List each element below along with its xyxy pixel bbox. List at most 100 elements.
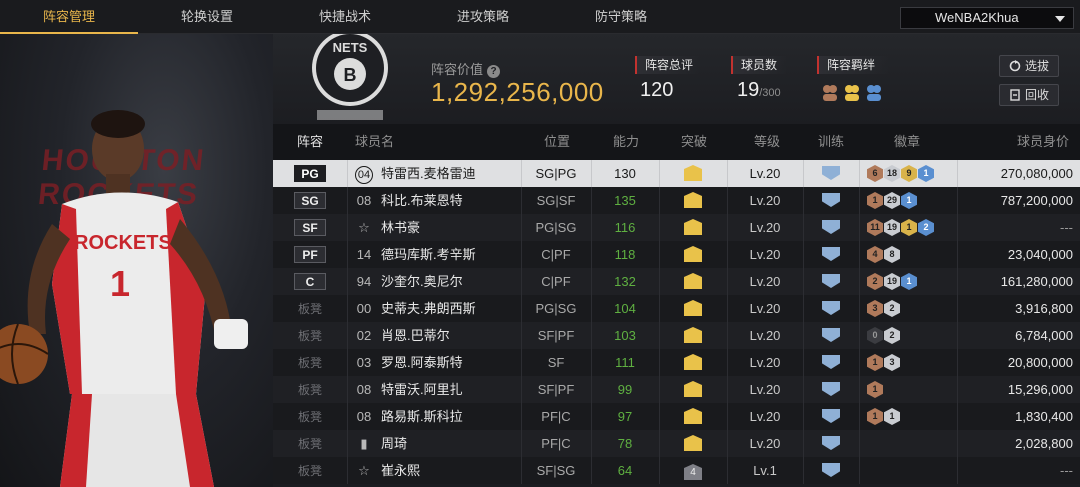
player-art: HOUSTON ROCKETS ROCKETS 1 (0, 34, 273, 487)
roster-table: 阵容 球员名 位置 能力 突破 等级 训练 徽章 球员身价 PG 04 特雷西.麦格… (273, 124, 1080, 487)
breakthrough[interactable] (659, 322, 727, 349)
player-name[interactable]: 周琦 (381, 430, 521, 457)
badge-group[interactable] (867, 462, 955, 479)
player-name[interactable]: 林书豪 (381, 214, 521, 241)
breakthrough[interactable] (659, 241, 727, 268)
lineup-slot: PG (273, 160, 347, 187)
col-rating[interactable]: 能力 (591, 124, 661, 160)
training[interactable] (803, 187, 859, 214)
badge-silver-icon: 1 (884, 408, 900, 425)
player-name[interactable]: 史蒂夫.弗朗西斯 (381, 295, 521, 322)
training[interactable] (803, 322, 859, 349)
training[interactable] (803, 403, 859, 430)
breakthrough[interactable] (659, 376, 727, 403)
player-name[interactable]: 特雷西.麦格雷迪 (381, 160, 521, 187)
tab-lineup[interactable]: 阵容管理 (0, 0, 138, 34)
breakthrough[interactable] (659, 268, 727, 295)
badge-silver-icon: 3 (884, 354, 900, 371)
table-row[interactable]: 板凳 03 罗恩.阿泰斯特 SF 111 Lv.20 1 3 20,800,000 (273, 349, 1080, 376)
table-row[interactable]: SG 08 科比.布莱恩特 SG|SF 135 Lv.20 1 29 1 787,200,000 (273, 187, 1080, 214)
col-breakthrough[interactable]: 突破 (659, 124, 729, 160)
table-row[interactable]: PF 14 德玛库斯.考辛斯 C|PF 118 Lv.20 4 8 23,040,000 (273, 241, 1080, 268)
col-position[interactable]: 位置 (521, 124, 593, 160)
table-header: 阵容 球员名 位置 能力 突破 等级 训练 徽章 球员身价 (273, 124, 1080, 160)
player-name[interactable]: 特雷沃.阿里扎 (381, 376, 521, 403)
tab-quick-tactics[interactable]: 快捷战术 (276, 0, 414, 34)
badge-group[interactable]: 48 (867, 246, 955, 263)
breakthrough[interactable]: 4 (659, 457, 727, 484)
breakthrough[interactable] (659, 430, 727, 457)
badge-group[interactable]: 02 (867, 327, 955, 344)
player-name[interactable]: 德玛库斯.考辛斯 (381, 241, 521, 268)
svg-text:B: B (344, 65, 357, 85)
player-price: --- (1060, 463, 1073, 478)
training[interactable] (803, 457, 859, 484)
table-row[interactable]: 板凳 ▮ 周琦 PF|C 78 Lv.20 2,028,800 (273, 430, 1080, 457)
player-name[interactable]: 罗恩.阿泰斯特 (381, 349, 521, 376)
player-name[interactable]: 肖恩.巴蒂尔 (381, 322, 521, 349)
breakthrough[interactable] (659, 214, 727, 241)
badge-group[interactable]: 1 29 1 (867, 192, 955, 209)
badge-group[interactable]: 2 19 1 (867, 273, 955, 290)
table-row[interactable]: 板凳 02 肖恩.巴蒂尔 SF|PF 103 Lv.20 0 2 6,784,000 (273, 322, 1080, 349)
breakthrough[interactable] (659, 295, 727, 322)
tab-rotation[interactable]: 轮换设置 (138, 0, 276, 34)
player-rating: 103 (614, 328, 636, 343)
breakthrough[interactable] (659, 349, 727, 376)
breakthrough[interactable] (659, 403, 727, 430)
badge-group[interactable]: 13 (867, 354, 955, 371)
table-row[interactable]: SF ☆ 林书豪 PG|SG 116 Lv.20 11 19 1 2 --- (273, 214, 1080, 241)
training[interactable] (803, 241, 859, 268)
badge-group[interactable]: 1 (867, 381, 955, 398)
column-divider (859, 322, 860, 349)
col-price[interactable]: 球员身价 (957, 124, 1077, 160)
breakthrough[interactable] (659, 187, 727, 214)
badge-bronze-icon: 2 (867, 273, 883, 290)
table-row[interactable]: 板凳 08 特雷沃.阿里扎 SF|PF 99 Lv.20 1 15,296,000 (273, 376, 1080, 403)
badge-group[interactable]: 11 19 1 2 (867, 219, 955, 236)
training[interactable] (803, 349, 859, 376)
select-button[interactable]: 选拔 (999, 55, 1059, 77)
badge-group[interactable] (867, 435, 955, 452)
training[interactable] (803, 295, 859, 322)
badge-blue-icon: 2 (918, 219, 934, 236)
chemistry-icons[interactable] (821, 82, 891, 104)
training[interactable] (803, 430, 859, 457)
player-name[interactable]: 科比.布莱恩特 (381, 187, 521, 214)
table-row[interactable]: 板凳 08 路易斯.斯科拉 PF|C 97 Lv.20 1 1 1,830,400 (273, 403, 1080, 430)
col-name[interactable]: 球员名 (347, 124, 447, 160)
column-divider (859, 160, 860, 187)
badge-bronze-icon: 1 (867, 381, 883, 398)
player-name[interactable]: 沙奎尔.奥尼尔 (381, 268, 521, 295)
badge-silver-icon: 19 (884, 219, 900, 236)
training[interactable] (803, 376, 859, 403)
badge-gold-icon: 9 (901, 165, 917, 182)
col-training[interactable]: 训练 (803, 124, 859, 160)
player-name[interactable]: 崔永熙 (381, 457, 521, 484)
table-row[interactable]: 板凳 ☆ 崔永熙 SF|SG 64 4 Lv.1 --- (273, 457, 1080, 484)
col-badges[interactable]: 徽章 (859, 124, 955, 160)
team-select[interactable]: WeNBA2Khua (900, 7, 1074, 29)
badge-bronze-icon: 1 (867, 354, 883, 371)
table-row[interactable]: C 94 沙奎尔.奥尼尔 C|PF 132 Lv.20 2 19 1 161,280,000 (273, 268, 1080, 295)
table-row[interactable]: 板凳 00 史蒂夫.弗朗西斯 PG|SG 104 Lv.20 3 2 3,916,800 (273, 295, 1080, 322)
tab-offense[interactable]: 进攻策略 (414, 0, 552, 34)
breakthrough[interactable] (659, 160, 727, 187)
badge-group[interactable]: 11 (867, 408, 955, 425)
training[interactable] (803, 268, 859, 295)
player-name[interactable]: 路易斯.斯科拉 (381, 403, 521, 430)
jersey-number-text: 08 (356, 382, 372, 397)
col-level[interactable]: 等级 (727, 124, 807, 160)
training[interactable] (803, 214, 859, 241)
recall-button[interactable]: 回收 (999, 84, 1059, 106)
training[interactable] (803, 160, 859, 187)
badge-group[interactable]: 32 (867, 300, 955, 317)
overall-rating-value: 120 (640, 79, 674, 101)
tab-defense[interactable]: 防守策略 (552, 0, 690, 34)
crown-icon (684, 327, 702, 343)
column-divider (347, 376, 348, 403)
badge-group[interactable]: 6 18 9 1 (867, 165, 955, 182)
lineup-slot: 板凳 (273, 403, 347, 430)
table-row[interactable]: PG 04 特雷西.麦格雷迪 SG|PG 130 Lv.20 6 18 9 1 270,080,00… (273, 160, 1080, 187)
col-slot[interactable]: 阵容 (273, 124, 347, 160)
